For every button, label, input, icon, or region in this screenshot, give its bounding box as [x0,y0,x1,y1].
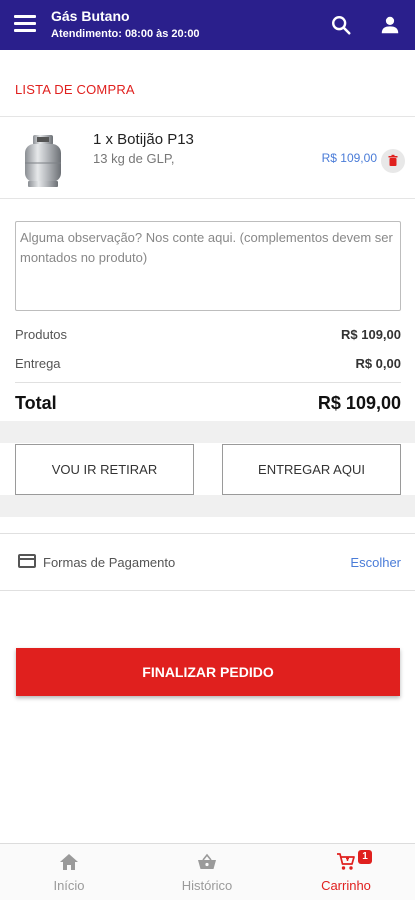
cart-icon [337,853,355,870]
basket-icon [198,853,216,869]
delivery-label: Entrega [15,356,61,371]
total-row: Total R$ 109,00 [15,393,401,414]
products-label: Produtos [15,327,68,342]
cart-count-badge: 1 [358,850,372,864]
app-header: Gás Butano Atendimento: 08:00 às 20:00 [0,0,415,50]
total-value: R$ 109,00 [317,393,401,413]
products-value: R$ 109,00 [341,327,401,342]
delivery-row: Entrega R$ 0,00 [15,356,401,371]
nav-home[interactable]: Início [0,844,138,900]
cart-item: 1 x Botijão P13 13 kg de GLP, R$ 109,00 [0,116,415,199]
nav-label: Histórico [181,878,233,893]
observation-field[interactable] [15,221,401,311]
item-name: 1 x Botijão P13 [93,131,194,148]
trash-icon [388,154,398,166]
separator-band [0,421,415,443]
business-hours: Atendimento: 08:00 às 20:00 [51,28,200,40]
section-title: LISTA DE COMPRA [15,82,135,97]
separator-band [0,495,415,517]
pickup-button[interactable]: VOU IR RETIRAR [15,444,194,495]
nav-label: Início [53,878,85,893]
payment-row: Formas de Pagamento Escolher [0,533,415,591]
item-description: 13 kg de GLP, [93,151,175,166]
delete-item-button[interactable] [381,149,405,173]
item-price: R$ 109,00 [321,151,377,165]
nav-cart[interactable]: Carrinho [277,844,415,900]
finalize-order-button[interactable]: FINALIZAR PEDIDO [16,648,400,696]
delivery-value: R$ 0,00 [355,356,401,371]
nav-label: Carrinho [321,878,371,893]
app-title: Gás Butano [51,8,130,24]
deliver-here-button[interactable]: ENTREGAR AQUI [222,444,401,495]
credit-card-icon [18,554,36,568]
products-row: Produtos R$ 109,00 [15,327,401,342]
search-icon[interactable] [330,14,352,36]
gas-cylinder-image [25,135,61,187]
payment-label: Formas de Pagamento [43,555,176,570]
total-label: Total [15,393,57,413]
summary-divider [15,382,401,383]
choose-payment-link[interactable]: Escolher [350,555,401,570]
user-icon[interactable] [379,14,401,36]
menu-icon[interactable] [14,15,36,35]
bottom-navigation: Início Histórico Carrinho [0,843,415,900]
nav-history[interactable]: Histórico [138,844,276,900]
home-icon [60,854,78,870]
